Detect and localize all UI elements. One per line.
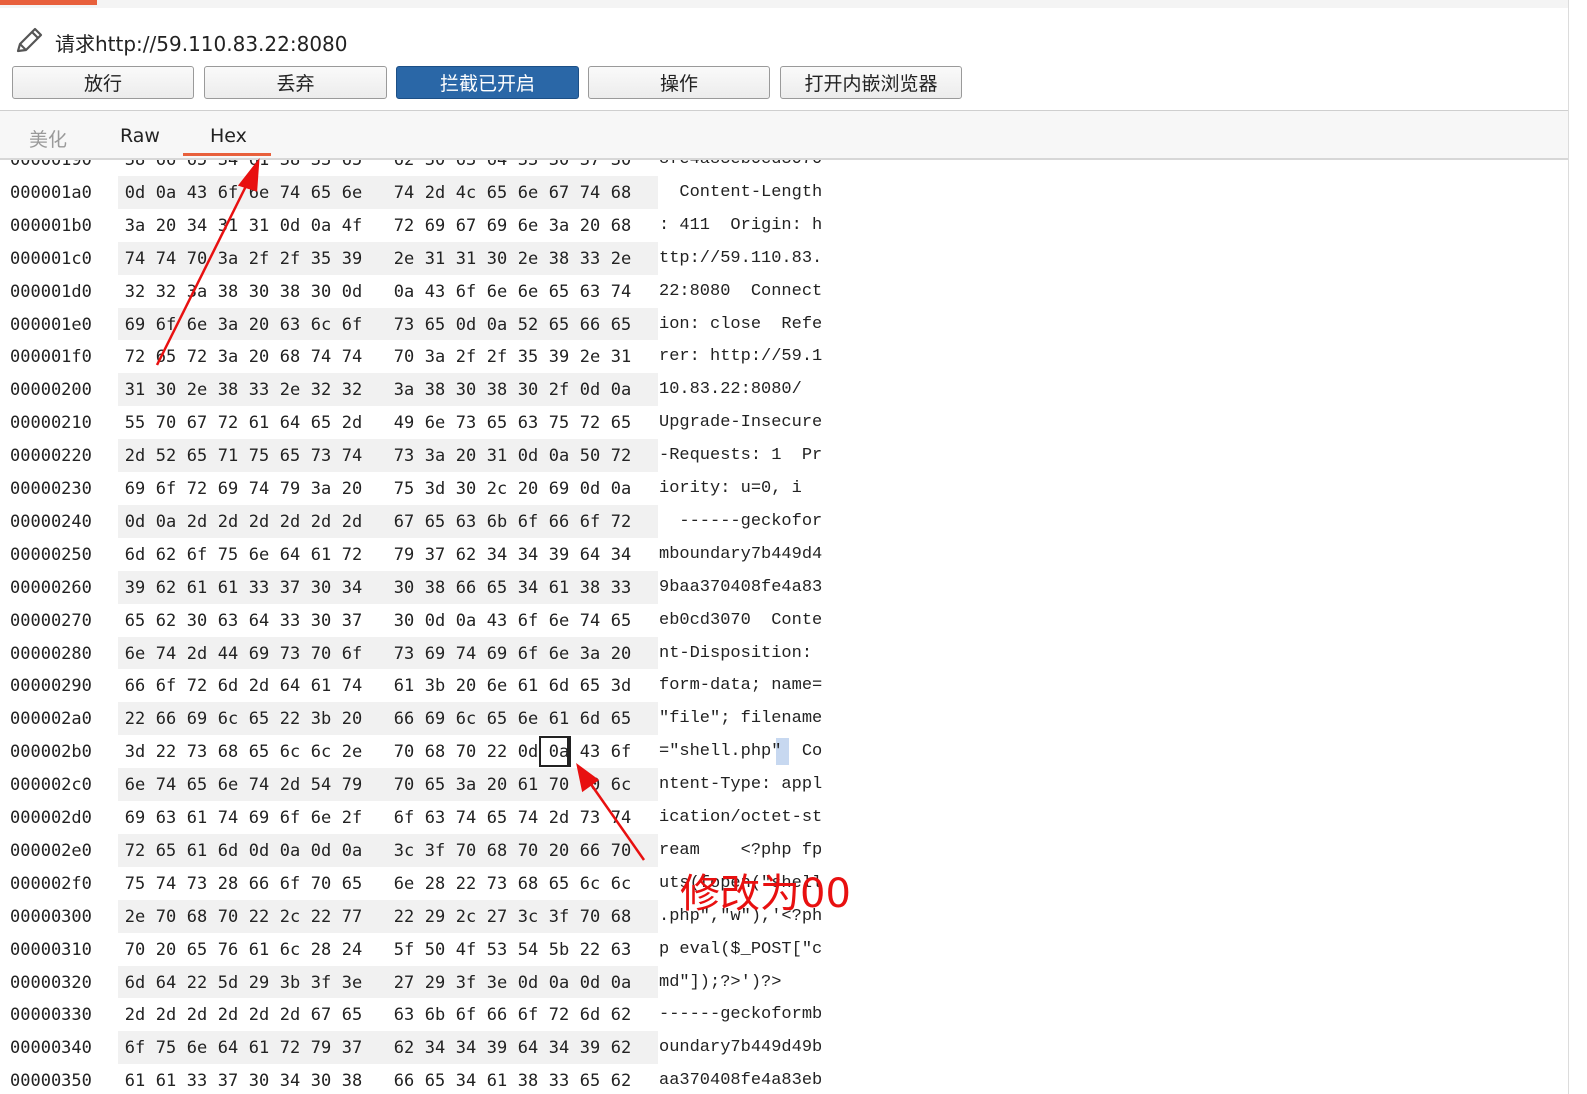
annotation-text: 修改为00 [680,871,851,917]
arrow-head-1 [237,158,260,192]
arrow-line-1 [155,177,252,366]
arrow-head-2 [576,763,600,793]
arrow-line-2 [586,779,646,861]
annotation-arrows [155,158,646,861]
